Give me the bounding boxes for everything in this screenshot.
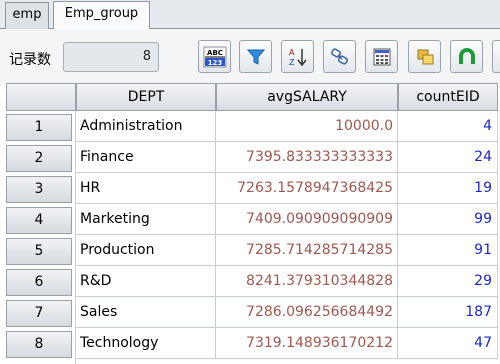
- dept-cell[interactable]: Administration: [76, 111, 216, 142]
- counteid-cell[interactable]: 19: [398, 173, 498, 204]
- tab-strip: emp Emp_group: [0, 0, 500, 30]
- abc-123-format-icon: ABC 123: [203, 46, 227, 68]
- counteid-cell[interactable]: 91: [398, 235, 498, 266]
- dept-cell[interactable]: Marketing: [76, 204, 216, 235]
- tab-emp-group[interactable]: Emp_group: [53, 1, 150, 30]
- row-number[interactable]: 7: [6, 300, 72, 327]
- magnet-button[interactable]: [450, 40, 483, 73]
- more-toolbar-button[interactable]: [492, 40, 500, 73]
- avgsalary-cell[interactable]: 7286.096256684492: [216, 297, 398, 328]
- dept-cell[interactable]: Production: [76, 235, 216, 266]
- svg-text:Z: Z: [289, 58, 295, 67]
- column-header-dept[interactable]: DEPT: [76, 83, 216, 111]
- avgsalary-cell[interactable]: 7395.833333333333: [216, 142, 398, 173]
- counteid-cell[interactable]: 24: [398, 142, 498, 173]
- record-count-label: 记录数: [9, 52, 51, 68]
- avgsalary-cell[interactable]: 10000.0: [216, 111, 398, 142]
- row-number[interactable]: 5: [6, 238, 72, 265]
- sort-az-icon: A Z: [287, 46, 309, 68]
- toolbar: 记录数 8 ABC 123 A Z: [0, 29, 500, 83]
- link-button[interactable]: [323, 40, 356, 73]
- avgsalary-cell[interactable]: 7319.148936170212: [216, 328, 398, 359]
- calculator-button[interactable]: [365, 40, 398, 73]
- row-number[interactable]: 8: [6, 331, 72, 358]
- svg-text:123: 123: [207, 59, 222, 67]
- record-count-field: 8: [63, 42, 159, 72]
- link-icon: [330, 47, 350, 67]
- sort-button[interactable]: A Z: [281, 40, 314, 73]
- copy-icon: [415, 47, 435, 67]
- copy-button[interactable]: [408, 40, 441, 73]
- magnet-icon: [457, 47, 477, 67]
- row-number[interactable]: 3: [6, 176, 72, 203]
- filter-button[interactable]: [239, 40, 272, 73]
- column-header-counteid[interactable]: countEID: [398, 83, 498, 111]
- svg-text:ABC: ABC: [207, 49, 223, 57]
- filter-icon: [246, 47, 266, 67]
- avgsalary-cell[interactable]: 8241.379310344828: [216, 266, 398, 297]
- svg-text:A: A: [289, 48, 295, 57]
- data-grid: DEPT avgSALARY countEID 1 Administration…: [0, 83, 500, 364]
- avgsalary-cell[interactable]: 7263.1578947368425: [216, 173, 398, 204]
- column-header-avgsalary[interactable]: avgSALARY: [216, 83, 398, 111]
- dept-cell[interactable]: Finance: [76, 142, 216, 173]
- dept-cell[interactable]: Technology: [76, 328, 216, 359]
- avgsalary-cell[interactable]: 7285.714285714285: [216, 235, 398, 266]
- counteid-cell[interactable]: 29: [398, 266, 498, 297]
- tab-emp[interactable]: emp: [5, 2, 49, 29]
- avgsalary-cell[interactable]: 7409.090909090909: [216, 204, 398, 235]
- row-number[interactable]: 1: [6, 114, 72, 141]
- corner-header: [6, 83, 76, 111]
- counteid-cell[interactable]: 4: [398, 111, 498, 142]
- row-number[interactable]: 2: [6, 145, 72, 172]
- counteid-cell[interactable]: 187: [398, 297, 498, 328]
- calculator-icon: [372, 47, 392, 67]
- dept-cell[interactable]: HR: [76, 173, 216, 204]
- dept-cell[interactable]: Sales: [76, 297, 216, 328]
- row-number[interactable]: 4: [6, 207, 72, 234]
- counteid-cell[interactable]: 47: [398, 328, 498, 359]
- format-button[interactable]: ABC 123: [198, 40, 231, 73]
- row-number[interactable]: 6: [6, 269, 72, 296]
- counteid-cell[interactable]: 99: [398, 204, 498, 235]
- dept-cell[interactable]: R&D: [76, 266, 216, 297]
